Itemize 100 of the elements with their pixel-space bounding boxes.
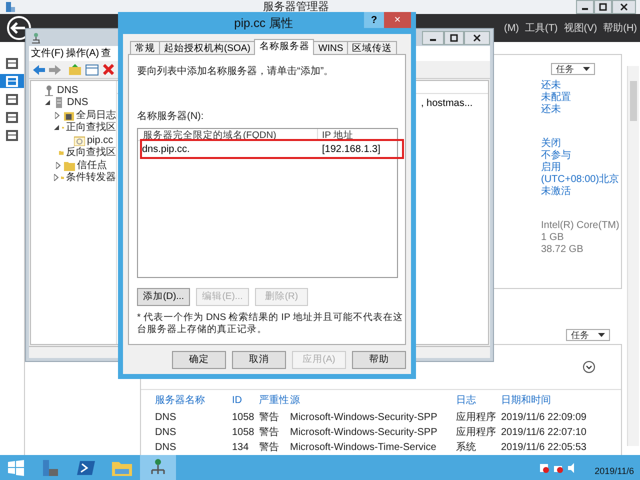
help-button[interactable]: ? (364, 12, 384, 28)
folder-up-icon[interactable] (69, 64, 81, 75)
minimize-button[interactable] (576, 0, 594, 14)
menu-item[interactable]: 工具(T) (524, 20, 558, 36)
tree-item[interactable]: 全局日志 (76, 108, 116, 123)
property-link[interactable]: 关闭 (541, 138, 621, 150)
dialog-button[interactable]: 取消 (232, 351, 286, 369)
close-icon (473, 34, 481, 42)
table-cell-text: Microsoft-Windows-Security-SPP (290, 426, 438, 440)
tab[interactable]: 起始授权机构(SOA) (159, 41, 256, 55)
tasks-dropdown[interactable]: 任务 (551, 63, 595, 75)
table-cell-text: 应用程序 (456, 426, 497, 440)
expanded-arrow-icon[interactable] (54, 124, 60, 131)
panel-icon (6, 58, 18, 68)
window-icon[interactable] (85, 64, 99, 76)
nav-item[interactable] (0, 74, 24, 88)
table-cell-text: DNS (155, 441, 178, 455)
property-link[interactable]: 还未 (541, 80, 621, 92)
table-cell-text: 应用程序 (456, 410, 497, 425)
column-header[interactable]: 源 (290, 392, 456, 408)
column-header[interactable]: ID (232, 392, 259, 408)
property-value: 1 GB (541, 232, 565, 244)
table-cell-text: DNS (155, 411, 178, 425)
menu-item[interactable]: 操作(A) (66, 46, 100, 61)
column-header[interactable]: 服务器完全限定的域名(FQDN) (138, 129, 318, 140)
windows-logo-icon (8, 460, 24, 476)
menu-item[interactable]: 查 (101, 46, 112, 61)
column-header[interactable]: 服务器名称 (155, 392, 232, 408)
maximize-button[interactable] (594, 0, 612, 14)
delete-icon[interactable] (103, 64, 114, 75)
chevron-down-icon[interactable] (583, 361, 595, 373)
tasks-dropdown[interactable]: 任务 (566, 329, 610, 341)
dialog-button[interactable]: 帮助 (352, 351, 406, 369)
tree-item[interactable]: 正向查找区 (66, 120, 116, 136)
property-value: Intel(R) Core(TM) (541, 220, 620, 232)
tree-item[interactable]: 信任点 (77, 158, 107, 173)
maximize-button[interactable] (444, 30, 464, 44)
zone-icon (74, 134, 85, 146)
tab[interactable]: 区域传送 (347, 41, 398, 55)
tree-item[interactable]: pip.cc (87, 132, 114, 148)
close-button[interactable] (464, 30, 490, 44)
tab[interactable]: 常规 (130, 41, 160, 55)
menu-item[interactable]: 视图(V) (564, 20, 598, 36)
taskbar-button[interactable] (140, 455, 176, 480)
table-cell-text: Microsoft-Windows-Security-SPP (290, 411, 438, 425)
table-cell-text: 2019/11/6 22:07:10 (501, 426, 588, 440)
dialog-title: pip.cc 属性 (233, 15, 294, 32)
scrollbar[interactable] (627, 66, 639, 446)
dialog-button[interactable]: 确定 (172, 351, 226, 369)
menu-item[interactable]: (M) (504, 20, 519, 36)
table-cell-text: 2019/11/6 22:09:09 (501, 411, 588, 425)
column-header[interactable]: 严重性 (259, 392, 290, 408)
volume-icon[interactable] (566, 462, 577, 472)
property-link[interactable]: (UTC+08:00)北京 (541, 174, 621, 186)
table-cell-text: 134 (232, 441, 250, 455)
property-link[interactable]: 未配置 (541, 92, 621, 104)
property-link[interactable]: 启用 (541, 162, 621, 174)
note-text: * 代表一个作为 DNS 检索结果的 IP 地址并且可能不代表在这台服务器上存储的真正记录。 (137, 312, 404, 336)
table-cell-text: 1058 (232, 426, 256, 440)
terminal-icon (77, 460, 95, 476)
app-icon (4, 1, 16, 13)
folder-icon (112, 460, 132, 476)
caret-icon (598, 333, 605, 337)
column-header[interactable]: IP 地址 (318, 129, 354, 140)
tree-item[interactable]: 反向查找区 (66, 145, 116, 160)
flag-icon[interactable] (538, 462, 549, 472)
tree-item[interactable]: DNS (57, 82, 78, 98)
taskbar-date: 2019/11/6 (594, 464, 634, 478)
scrollbar-thumb[interactable] (630, 81, 637, 121)
minimize-button[interactable] (422, 30, 444, 44)
maximize-icon (599, 3, 607, 11)
property-value: 38.72 GB (541, 244, 584, 256)
property-link[interactable]: 不参与 (541, 150, 621, 162)
close-button[interactable]: × (384, 12, 411, 28)
tree-item[interactable]: 条件转发器 (66, 170, 116, 186)
log-icon (64, 110, 74, 121)
back-button[interactable] (6, 15, 32, 41)
network-icon (150, 458, 166, 476)
property-link[interactable]: 未激活 (541, 186, 621, 198)
table-cell-text: 1058 (232, 411, 256, 425)
tree-item[interactable]: DNS (67, 95, 88, 110)
expanded-arrow-icon[interactable] (45, 100, 51, 106)
network-icon (31, 32, 41, 44)
back-icon[interactable] (33, 64, 45, 74)
forward-icon[interactable] (49, 64, 61, 74)
column-header[interactable]: 日期和时间 (501, 392, 597, 408)
panel-icon (6, 76, 18, 86)
menu-item[interactable]: 帮助(H) (603, 20, 637, 36)
dns-icon (44, 84, 55, 96)
dialog-button[interactable]: 添加(D)... (137, 288, 190, 306)
tab[interactable]: 名称服务器 (254, 39, 314, 55)
collapsed-arrow-icon[interactable] (56, 162, 60, 169)
column-header[interactable]: 日志 (456, 392, 501, 408)
close-icon (620, 3, 628, 11)
property-link[interactable]: 还未 (541, 104, 621, 116)
collapsed-arrow-icon[interactable] (55, 112, 60, 119)
menu-item[interactable]: 文件(F) (31, 46, 64, 61)
collapsed-arrow-icon[interactable] (54, 174, 59, 182)
close-button[interactable] (612, 0, 636, 14)
panel-icon (6, 130, 18, 140)
